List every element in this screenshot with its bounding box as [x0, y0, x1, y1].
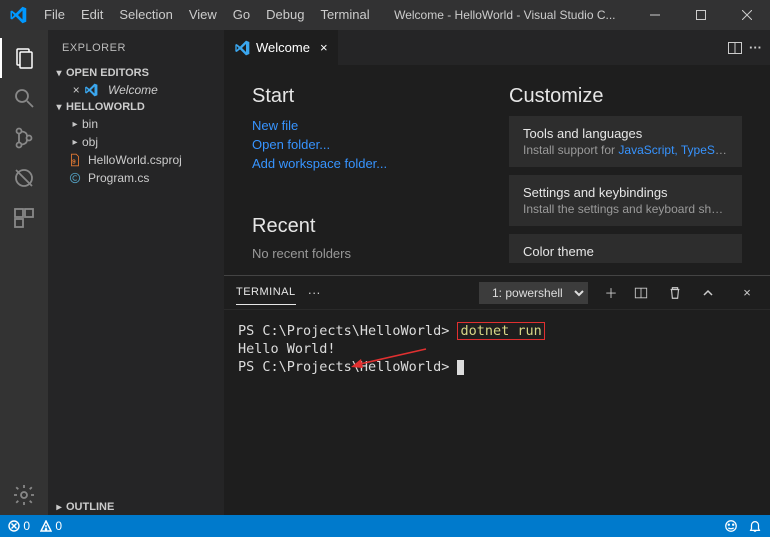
file-label: HelloWorld.csproj [88, 153, 182, 167]
vscode-logo [0, 6, 36, 24]
menu-edit[interactable]: Edit [73, 0, 111, 30]
vscode-icon [84, 83, 104, 97]
explorer-sidebar: EXPLORER ▾ OPEN EDITORS × Welcome ▾ HELL… [48, 30, 224, 515]
menu-debug[interactable]: Debug [258, 0, 312, 30]
activity-bar [0, 30, 48, 515]
status-bar: 0 0 [0, 515, 770, 537]
vscode-icon [234, 40, 250, 56]
recent-empty: No recent folders [252, 246, 485, 261]
card-title: Tools and languages [523, 126, 728, 141]
terminal-content[interactable]: PS C:\Projects\HelloWorld> dotnet run He… [224, 310, 770, 515]
terminal-output: Hello World! [238, 340, 756, 358]
chevron-right-icon: ▸ [52, 502, 66, 513]
open-editors-section[interactable]: ▾ OPEN EDITORS [48, 65, 224, 81]
title-bar: File Edit Selection View Go Debug Termin… [0, 0, 770, 30]
link-new-file[interactable]: New file [252, 116, 485, 135]
card-title: Color theme [523, 244, 728, 259]
activity-extensions[interactable] [0, 198, 48, 238]
terminal-prompt: PS C:\Projects\HelloWorld> [238, 323, 449, 339]
tab-welcome[interactable]: Welcome × [224, 30, 338, 65]
window-title: Welcome - HelloWorld - Visual Studio C..… [378, 8, 632, 22]
menu-file[interactable]: File [36, 0, 73, 30]
window-minimize[interactable] [632, 0, 678, 30]
customize-card[interactable]: Color theme [509, 234, 742, 263]
new-terminal-icon[interactable]: ＋ [600, 283, 622, 302]
menu-go[interactable]: Go [225, 0, 258, 30]
card-desc: Install support for JavaScript, TypeScri… [523, 143, 728, 157]
status-errors[interactable]: 0 [8, 519, 30, 533]
link-add-workspace[interactable]: Add workspace folder... [252, 154, 485, 173]
open-editor-welcome[interactable]: × Welcome [48, 81, 224, 99]
tab-label: Welcome [256, 40, 310, 55]
workspace-label: HELLOWORLD [66, 101, 145, 113]
chevron-down-icon: ▾ [52, 68, 66, 79]
panel: TERMINAL ··· 1: powershell ＋ × [224, 275, 770, 515]
folder-item[interactable]: ▸ obj [48, 133, 224, 151]
activity-explorer[interactable] [0, 38, 48, 78]
status-warnings[interactable]: 0 [40, 519, 62, 533]
outline-label: OUTLINE [66, 501, 114, 513]
customize-card[interactable]: Tools and languages Install support for … [509, 116, 742, 167]
open-editors-label: OPEN EDITORS [66, 67, 149, 79]
menu-bar: File Edit Selection View Go Debug Termin… [36, 0, 378, 30]
more-icon[interactable]: ··· [749, 40, 762, 55]
tab-bar: Welcome × ··· [224, 30, 770, 65]
editor-area: Welcome × ··· Start New file Open folder… [224, 30, 770, 515]
panel-header: TERMINAL ··· 1: powershell ＋ × [224, 276, 770, 310]
status-feedback-icon[interactable] [724, 519, 738, 533]
split-terminal-icon[interactable] [634, 286, 656, 300]
close-panel-icon[interactable]: × [736, 285, 758, 300]
card-title: Settings and keybindings [523, 185, 728, 200]
welcome-page: Start New file Open folder... Add worksp… [224, 65, 770, 275]
recent-heading: Recent [252, 215, 485, 238]
file-item[interactable]: HelloWorld.csproj [48, 151, 224, 169]
file-icon [68, 171, 88, 185]
terminal-cursor [457, 360, 464, 375]
terminal-selector[interactable]: 1: powershell [479, 282, 588, 304]
terminal-command: dotnet run [457, 322, 544, 340]
folder-label: bin [82, 117, 98, 131]
kill-terminal-icon[interactable] [668, 286, 690, 300]
sidebar-title: EXPLORER [48, 30, 224, 65]
start-heading: Start [252, 85, 485, 108]
workspace-section[interactable]: ▾ HELLOWORLD [48, 99, 224, 115]
activity-settings[interactable] [0, 475, 48, 515]
annotation-arrow [350, 346, 430, 370]
file-label: Program.cs [88, 171, 149, 185]
window-maximize[interactable] [678, 0, 724, 30]
close-icon[interactable]: × [68, 83, 84, 97]
folder-label: obj [82, 135, 98, 149]
chevron-right-icon: ▸ [68, 119, 82, 130]
menu-terminal[interactable]: Terminal [312, 0, 377, 30]
activity-source-control[interactable] [0, 118, 48, 158]
open-editor-label: Welcome [108, 83, 158, 97]
card-desc: Install the settings and keyboard shor..… [523, 202, 728, 216]
customize-card[interactable]: Settings and keybindings Install the set… [509, 175, 742, 226]
activity-search[interactable] [0, 78, 48, 118]
activity-debug[interactable] [0, 158, 48, 198]
customize-heading: Customize [509, 85, 742, 108]
window-close[interactable] [724, 0, 770, 30]
outline-section[interactable]: ▸ OUTLINE [48, 499, 224, 515]
folder-item[interactable]: ▸ bin [48, 115, 224, 133]
panel-tab-terminal[interactable]: TERMINAL [236, 286, 296, 305]
status-notifications-icon[interactable] [748, 519, 762, 533]
file-icon [68, 153, 88, 167]
menu-view[interactable]: View [181, 0, 225, 30]
maximize-panel-icon[interactable] [702, 287, 724, 299]
split-editor-icon[interactable] [727, 40, 743, 56]
chevron-down-icon: ▾ [52, 102, 66, 113]
chevron-right-icon: ▸ [68, 137, 82, 148]
file-item[interactable]: Program.cs [48, 169, 224, 187]
link-open-folder[interactable]: Open folder... [252, 135, 485, 154]
close-icon[interactable]: × [320, 40, 328, 55]
more-icon[interactable]: ··· [308, 285, 321, 300]
menu-selection[interactable]: Selection [111, 0, 180, 30]
